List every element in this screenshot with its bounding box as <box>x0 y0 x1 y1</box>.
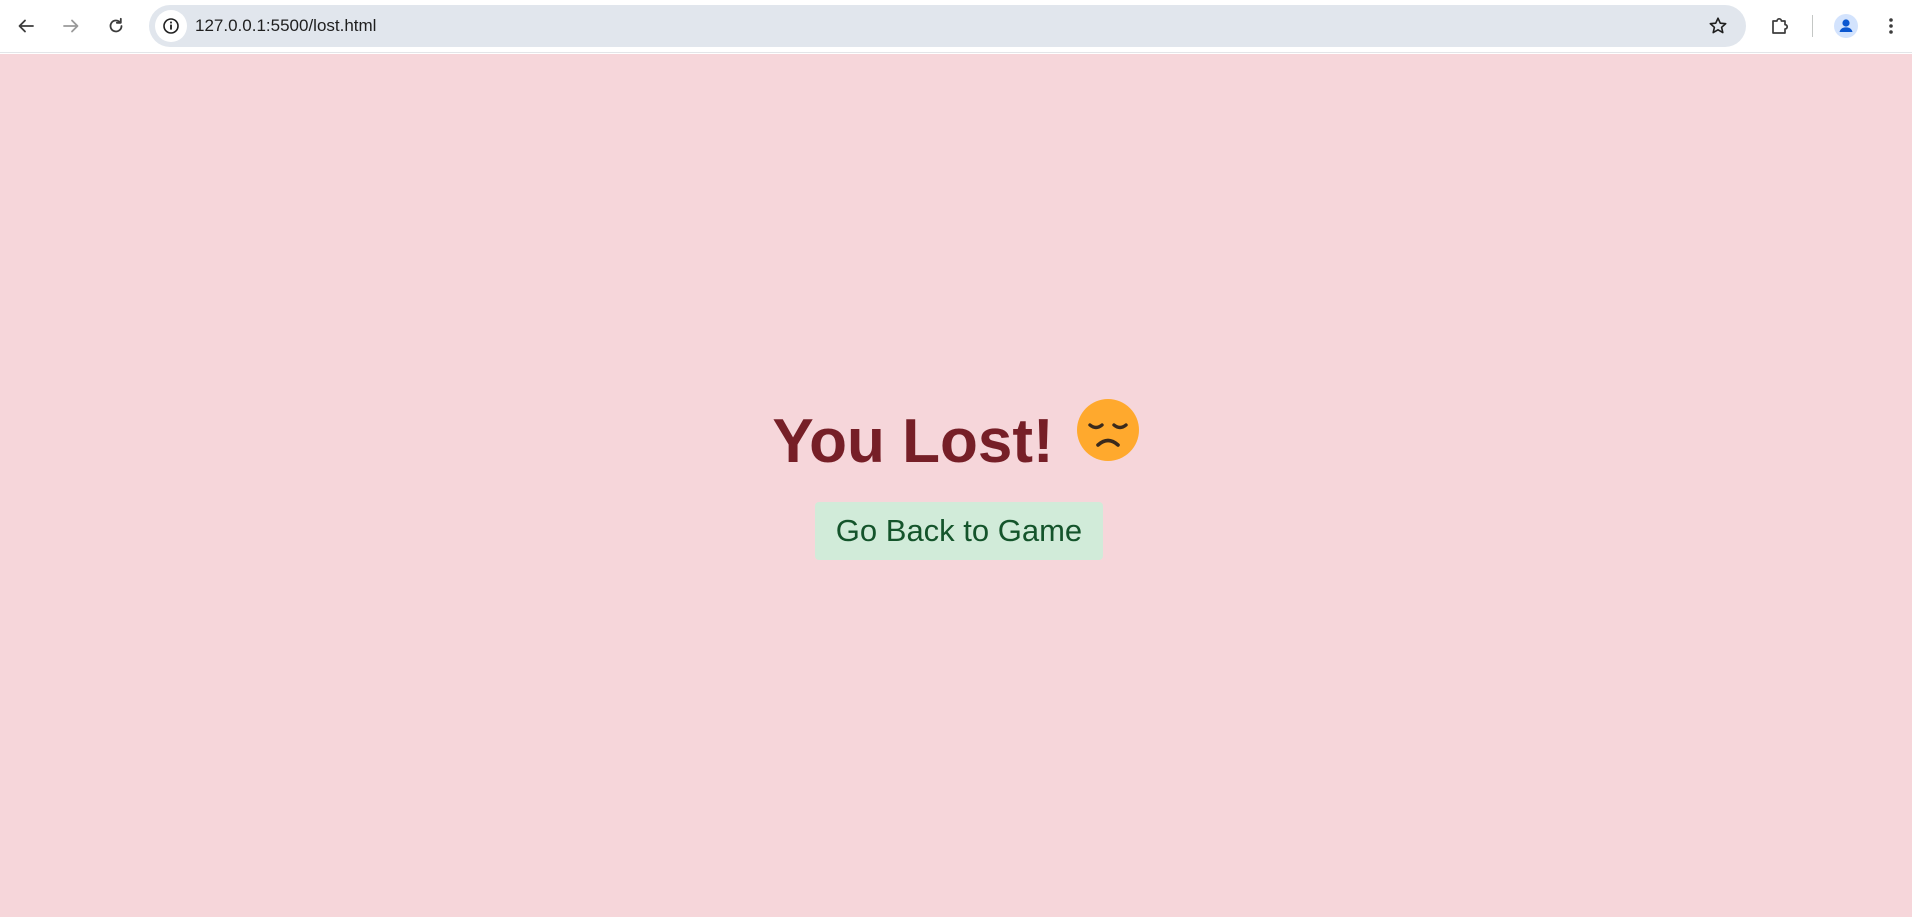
site-info-button[interactable] <box>155 10 187 42</box>
puzzle-icon <box>1772 17 1789 34</box>
lost-heading: You Lost! <box>0 398 1912 488</box>
url-text[interactable]: 127.0.0.1:5500/lost.html <box>195 5 376 47</box>
extensions-button[interactable] <box>1762 8 1798 44</box>
info-icon <box>163 18 179 34</box>
back-button[interactable] <box>8 8 44 44</box>
bookmark-button[interactable] <box>1700 8 1736 44</box>
disappointed-face-icon <box>1076 398 1140 482</box>
arrow-left-icon <box>18 19 34 33</box>
reload-button[interactable] <box>98 8 134 44</box>
toolbar-divider <box>1812 15 1813 37</box>
profile-button[interactable] <box>1828 8 1864 44</box>
kebab-menu-icon <box>1889 18 1893 34</box>
reload-icon <box>109 17 123 33</box>
address-bar[interactable]: 127.0.0.1:5500/lost.html <box>149 5 1746 47</box>
forward-button[interactable] <box>53 8 89 44</box>
star-icon <box>1709 17 1727 34</box>
arrow-right-icon <box>63 19 79 33</box>
go-back-to-game-button[interactable]: Go Back to Game <box>815 502 1103 560</box>
browser-menu-button[interactable] <box>1873 8 1909 44</box>
browser-toolbar: 127.0.0.1:5500/lost.html <box>0 0 1912 53</box>
heading-text: You Lost! <box>772 407 1054 476</box>
account-icon <box>1834 14 1858 38</box>
